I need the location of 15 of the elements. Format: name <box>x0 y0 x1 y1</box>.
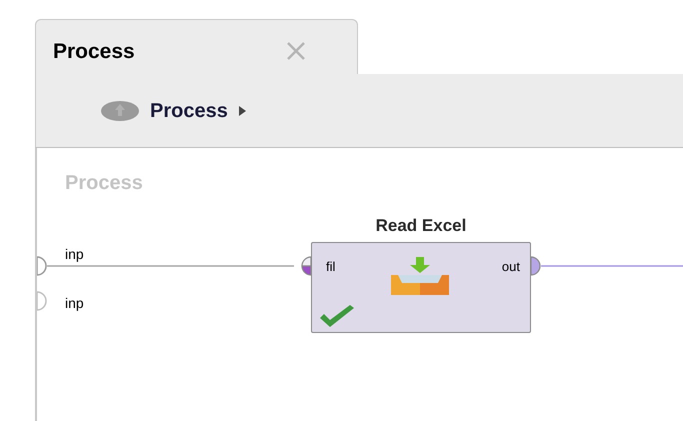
breadcrumb-item[interactable]: Process <box>150 96 228 126</box>
triangle-right-icon[interactable] <box>238 104 247 116</box>
input-port[interactable] <box>37 256 47 276</box>
port-label: inp <box>65 294 84 313</box>
output-port[interactable] <box>530 256 541 276</box>
operator-title: Read Excel <box>374 215 468 237</box>
operator-box[interactable]: fil out <box>311 242 531 333</box>
canvas-title: Process <box>65 171 143 196</box>
close-icon[interactable] <box>285 40 307 62</box>
port-label: inp <box>65 245 84 264</box>
tab[interactable]: Process <box>35 19 358 75</box>
port-label: fil <box>326 258 336 276</box>
inbox-download-icon <box>390 255 450 295</box>
input-port[interactable] <box>37 291 47 311</box>
port-label: out <box>502 258 520 276</box>
